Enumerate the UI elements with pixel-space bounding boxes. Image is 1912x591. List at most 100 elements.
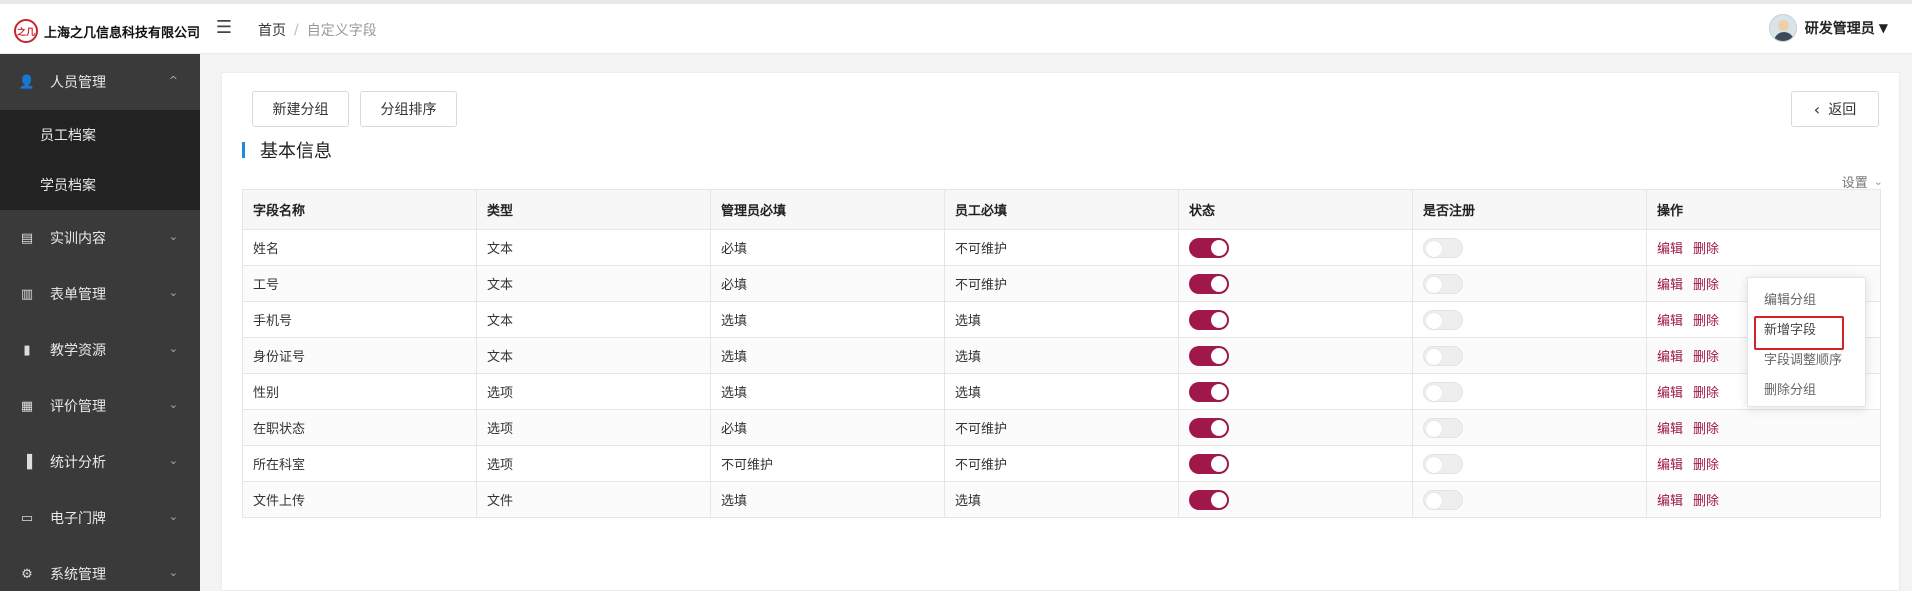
- breadcrumb-home[interactable]: 首页: [258, 20, 286, 40]
- delete-link[interactable]: 删除: [1693, 386, 1719, 401]
- cell-actions: 编辑 删除: [1646, 445, 1881, 482]
- register-toggle[interactable]: [1423, 489, 1463, 510]
- sidebar-item-people[interactable]: 👤 人员管理 ^: [0, 54, 200, 110]
- toggle-knob: [1211, 275, 1227, 292]
- back-button[interactable]: ‹ 返回: [1791, 91, 1879, 127]
- dropdown-item-add-field[interactable]: 新增字段: [1748, 316, 1865, 350]
- edit-link[interactable]: 编辑: [1657, 386, 1683, 401]
- register-toggle[interactable]: [1423, 381, 1463, 402]
- cell-staff-required: 选填: [944, 337, 1179, 374]
- dropdown-item-delete-group[interactable]: 删除分组: [1748, 376, 1865, 406]
- sort-group-button[interactable]: 分组排序: [360, 91, 457, 127]
- status-toggle[interactable]: [1189, 237, 1229, 258]
- delete-link[interactable]: 删除: [1693, 494, 1719, 509]
- table-row: 身份证号 文本 选填 选填 编辑 删除: [242, 337, 1881, 374]
- cell-actions: 编辑 删除: [1646, 409, 1881, 446]
- sidebar-subitem-student-files[interactable]: 学员档案: [0, 160, 200, 210]
- status-toggle[interactable]: [1189, 453, 1229, 474]
- edit-link[interactable]: 编辑: [1657, 350, 1683, 365]
- caret-down-icon[interactable]: ▼: [1879, 21, 1888, 35]
- user-menu[interactable]: 研发管理员 ▼: [1768, 14, 1888, 42]
- table-row: 文件上传 文件 选填 选填 编辑 删除: [242, 481, 1881, 518]
- cell-type: 文本: [476, 337, 711, 374]
- cell-staff-required: 选填: [944, 301, 1179, 338]
- cell-type: 文本: [476, 265, 711, 302]
- edit-link[interactable]: 编辑: [1657, 314, 1683, 329]
- edit-link[interactable]: 编辑: [1657, 458, 1683, 473]
- column-header: 状态: [1178, 189, 1413, 230]
- register-toggle[interactable]: [1423, 309, 1463, 330]
- sidebar-item-label: 人员管理: [50, 75, 106, 91]
- cell-register: [1412, 409, 1647, 446]
- sidebar-item-system[interactable]: ⚙ 系统管理 ⌄: [0, 546, 200, 591]
- avatar[interactable]: [1768, 14, 1797, 42]
- toggle-knob: [1426, 420, 1442, 437]
- logo-mark-icon: 之几: [14, 19, 38, 43]
- status-toggle[interactable]: [1189, 309, 1229, 330]
- chevron-down-icon: ⌄: [168, 342, 178, 355]
- edit-link[interactable]: 编辑: [1657, 242, 1683, 257]
- menu-toggle-icon[interactable]: ☰: [214, 18, 234, 38]
- table-row: 性别 选项 选填 选填 编辑 删除: [242, 373, 1881, 410]
- edit-link[interactable]: 编辑: [1657, 422, 1683, 437]
- sidebar-item-forms[interactable]: ▥ 表单管理 ⌄: [0, 266, 200, 322]
- edit-link[interactable]: 编辑: [1657, 494, 1683, 509]
- chevron-down-icon: ⌄: [168, 566, 178, 579]
- column-header: 员工必填: [944, 189, 1179, 230]
- status-toggle[interactable]: [1189, 489, 1229, 510]
- cell-register: [1412, 229, 1647, 266]
- sidebar-item-label: 电子门牌: [50, 511, 106, 527]
- status-toggle[interactable]: [1189, 417, 1229, 438]
- status-toggle[interactable]: [1189, 345, 1229, 366]
- breadcrumb-current: 自定义字段: [306, 23, 377, 39]
- status-toggle[interactable]: [1189, 381, 1229, 402]
- gear-icon: ⚙: [21, 566, 33, 582]
- sidebar-item-evaluation[interactable]: ▦ 评价管理 ⌄: [0, 378, 200, 434]
- section-title: 基本信息: [242, 137, 332, 163]
- edit-link[interactable]: 编辑: [1657, 278, 1683, 293]
- sidebar-item-resources[interactable]: ▮ 教学资源 ⌄: [0, 322, 200, 378]
- delete-link[interactable]: 删除: [1693, 422, 1719, 437]
- delete-link[interactable]: 删除: [1693, 458, 1719, 473]
- cell-type: 文本: [476, 301, 711, 338]
- delete-link[interactable]: 删除: [1693, 350, 1719, 365]
- sidebar-subitem-staff-files[interactable]: 员工档案: [0, 110, 200, 160]
- sidebar-item-label: 表单管理: [50, 287, 106, 303]
- cell-admin-required: 必填: [710, 229, 945, 266]
- register-toggle[interactable]: [1423, 273, 1463, 294]
- column-header: 管理员必填: [710, 189, 945, 230]
- sidebar-item-label: 评价管理: [50, 399, 106, 415]
- company-logo[interactable]: 之几 上海之几信息科技有限公司: [14, 19, 200, 43]
- breadcrumb: 首页 / 自定义字段: [258, 20, 377, 40]
- table-header-row: 字段名称 类型 管理员必填 员工必填 状态 是否注册 操作: [242, 189, 1881, 230]
- book-icon: ▤: [20, 230, 34, 246]
- dropdown-item-edit-group[interactable]: 编辑分组: [1748, 286, 1865, 316]
- user-name[interactable]: 研发管理员: [1805, 18, 1875, 38]
- cell-field-name: 工号: [242, 265, 477, 302]
- register-toggle[interactable]: [1423, 345, 1463, 366]
- register-toggle[interactable]: [1423, 417, 1463, 438]
- cell-field-name: 身份证号: [242, 337, 477, 374]
- chart-icon: ▐: [22, 454, 32, 470]
- sidebar-item-training[interactable]: ▤ 实训内容 ⌄: [0, 210, 200, 266]
- status-toggle[interactable]: [1189, 273, 1229, 294]
- breadcrumb-separator: /: [294, 22, 299, 38]
- sidebar-item-doorplate[interactable]: ▭ 电子门牌 ⌄: [0, 490, 200, 546]
- cell-admin-required: 必填: [710, 409, 945, 446]
- toggle-knob: [1211, 491, 1227, 508]
- new-group-button[interactable]: 新建分组: [252, 91, 349, 127]
- cell-admin-required: 选填: [710, 337, 945, 374]
- register-toggle[interactable]: [1423, 237, 1463, 258]
- sidebar-item-statistics[interactable]: ▐ 统计分析 ⌄: [0, 434, 200, 490]
- delete-link[interactable]: 删除: [1693, 278, 1719, 293]
- delete-link[interactable]: 删除: [1693, 314, 1719, 329]
- dropdown-item-reorder-fields[interactable]: 字段调整顺序: [1748, 346, 1865, 376]
- cell-admin-required: 必填: [710, 265, 945, 302]
- delete-link[interactable]: 删除: [1693, 242, 1719, 257]
- register-toggle[interactable]: [1423, 453, 1463, 474]
- cell-register: [1412, 337, 1647, 374]
- sidebar-item-label: 实训内容: [50, 231, 106, 247]
- cell-staff-required: 不可维护: [944, 445, 1179, 482]
- cell-admin-required: 选填: [710, 481, 945, 518]
- toggle-knob: [1211, 239, 1227, 256]
